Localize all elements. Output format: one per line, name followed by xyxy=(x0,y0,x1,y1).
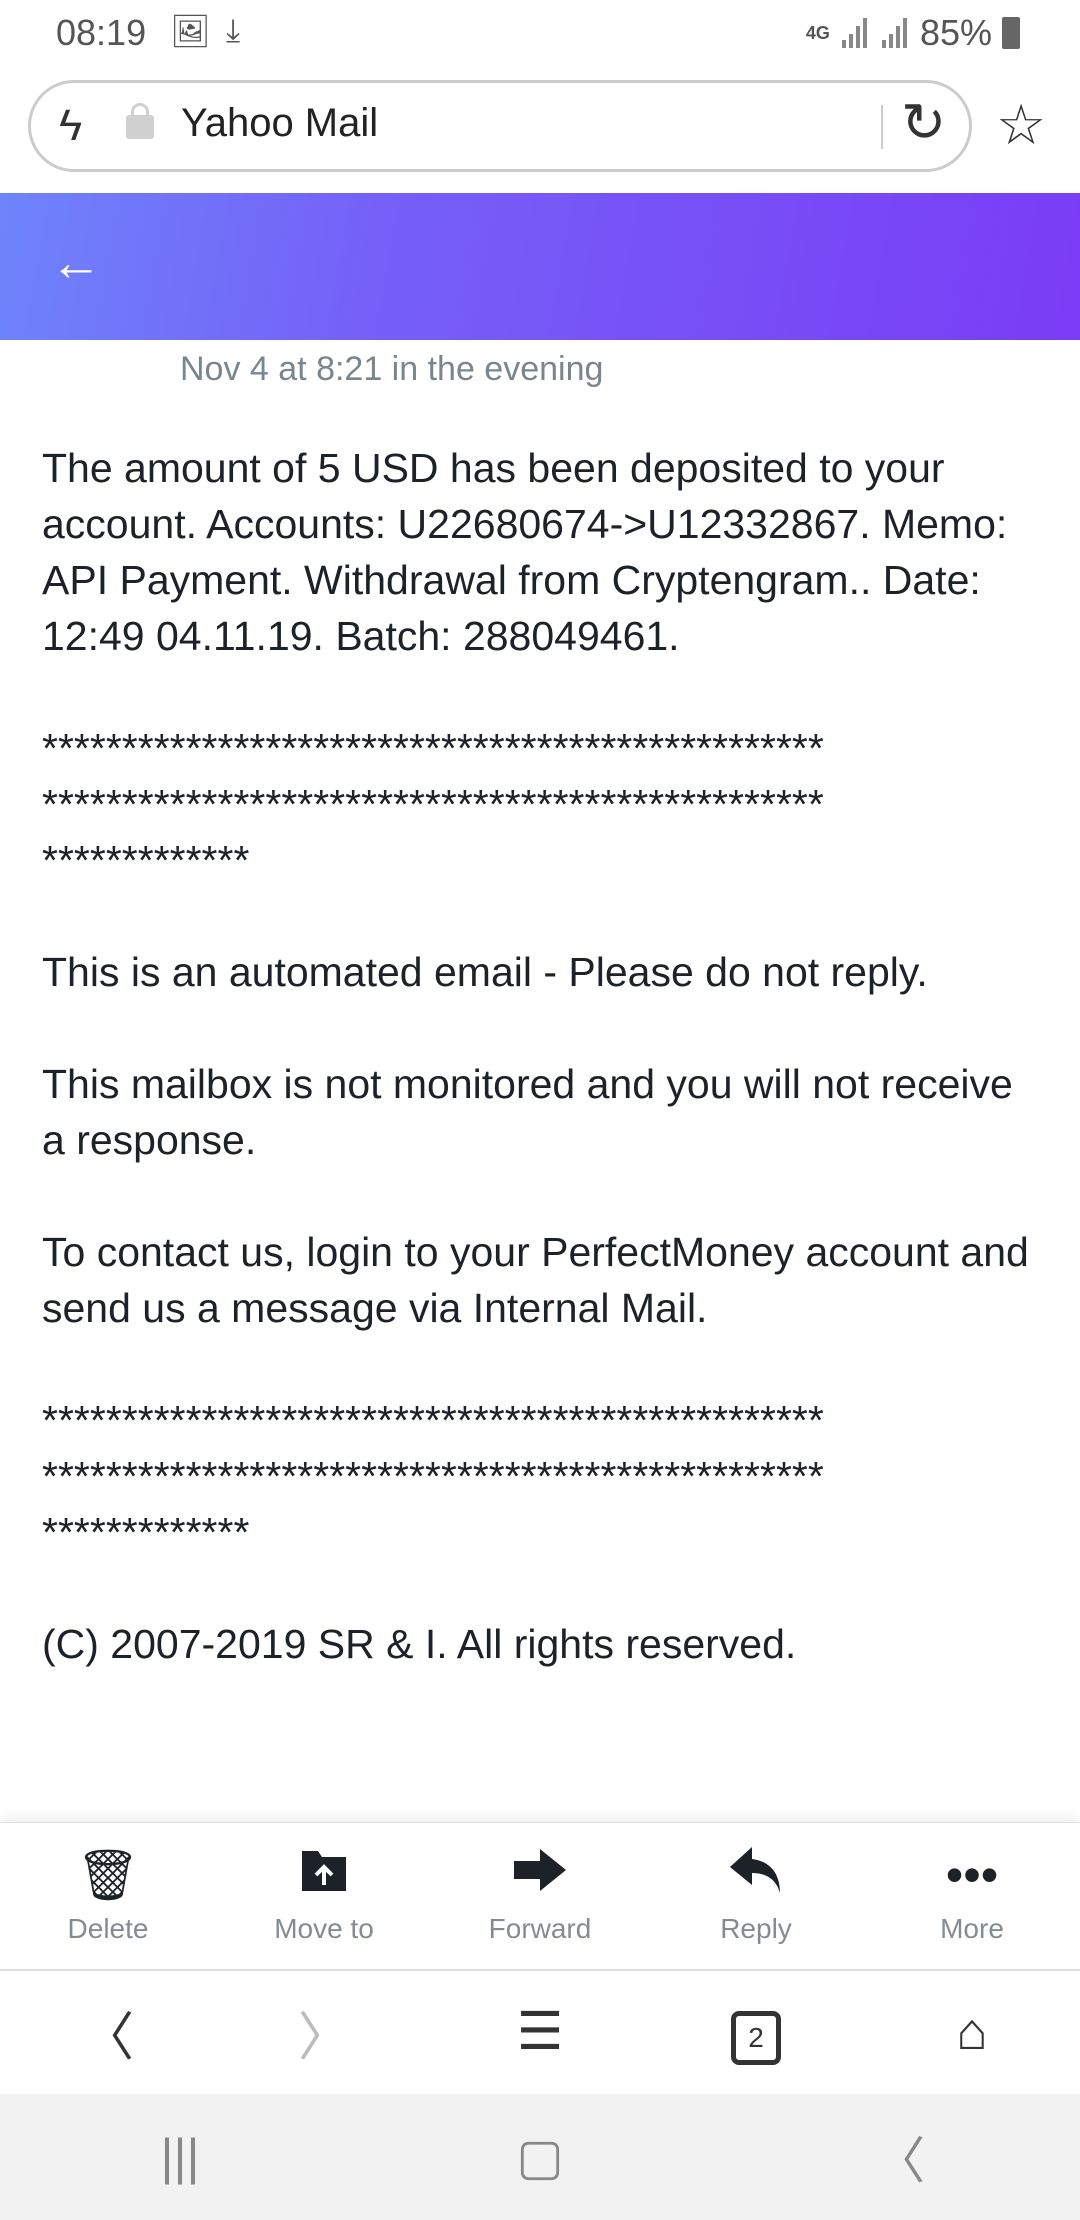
trash-icon: 🗑 xyxy=(76,1847,140,1903)
separator-line: ************* xyxy=(42,837,250,883)
email-paragraph: To contact us, login to your PerfectMone… xyxy=(42,1229,1029,1331)
forward-icon xyxy=(432,1845,648,1905)
reply-button[interactable]: Reply xyxy=(648,1823,864,1969)
home-icon[interactable]: ⌂ xyxy=(864,2002,1080,2062)
image-notification-icon: 🖼 xyxy=(170,13,211,49)
separator-line: ****************************************… xyxy=(42,781,824,827)
email-body: The amount of 5 USD has been deposited t… xyxy=(42,440,1042,1728)
tab-count: 2 xyxy=(731,2010,781,2065)
email-paragraph: This mailbox is not monitored and you wi… xyxy=(42,1061,1013,1163)
move-to-button[interactable]: Move to xyxy=(216,1823,432,1969)
separator: ****************************************… xyxy=(42,720,1042,888)
action-bar: 🗑 Delete Move to Forward Reply ••• More xyxy=(0,1822,1080,1971)
mail-header: ← xyxy=(0,193,1080,340)
reload-icon[interactable]: ↻ xyxy=(901,91,946,154)
delete-button[interactable]: 🗑 Delete xyxy=(0,1823,216,1969)
action-label: Delete xyxy=(67,1913,149,1944)
lock-icon[interactable] xyxy=(126,103,154,139)
email-paragraph: This is an automated email - Please do n… xyxy=(42,949,928,995)
battery-icon xyxy=(1002,17,1020,49)
download-icon: ⤓ xyxy=(226,12,241,48)
copyright: (C) 2007-2019 SR & I. All rights reserve… xyxy=(42,1621,797,1667)
network-type: 4G xyxy=(805,23,830,43)
menu-icon[interactable]: ☰ xyxy=(432,2002,648,2062)
action-label: Forward xyxy=(488,1913,592,1944)
email-date: Nov 4 at 8:21 in the evening xyxy=(180,350,604,388)
signal-icon xyxy=(840,18,870,48)
system-nav-bar: ||| ▢ 〈 xyxy=(0,2094,1080,2220)
page-title[interactable]: Yahoo Mail xyxy=(181,101,378,146)
separator-line: ****************************************… xyxy=(42,1453,824,1499)
folder-move-icon xyxy=(216,1845,432,1905)
battery-level: 85% xyxy=(919,12,992,53)
action-label: Move to xyxy=(274,1913,374,1944)
reply-icon xyxy=(648,1845,864,1905)
signal-icon xyxy=(880,18,910,48)
divider xyxy=(881,105,883,149)
browser-toolbar: 〈 〉 ☰ 2 ⌂ xyxy=(0,1970,1080,2094)
action-label: More xyxy=(940,1913,1004,1944)
clock: 08:19 xyxy=(56,12,147,53)
address-bar[interactable]: ϟ Yahoo Mail ↻ xyxy=(28,80,972,172)
separator-line: ************* xyxy=(42,1509,250,1555)
more-button[interactable]: ••• More xyxy=(864,1823,1080,1969)
recent-apps-icon[interactable]: ||| xyxy=(0,2128,360,2186)
status-bar: 08:19 🖼 ⤓ 4G 85% xyxy=(0,0,1080,70)
tabs-button[interactable]: 2 xyxy=(648,2000,864,2065)
home-button-icon[interactable]: ▢ xyxy=(360,2128,720,2186)
separator-line: ****************************************… xyxy=(42,1397,824,1443)
forward-button[interactable]: Forward xyxy=(432,1823,648,1969)
email-paragraph: The amount of 5 USD has been deposited t… xyxy=(42,445,1008,659)
more-icon: ••• xyxy=(945,1847,999,1903)
separator-line: ****************************************… xyxy=(42,725,824,771)
separator: ****************************************… xyxy=(42,1392,1042,1560)
browser-forward-icon[interactable]: 〉 xyxy=(216,1995,432,2070)
browser-back-icon[interactable]: 〈 xyxy=(0,1995,216,2070)
lightning-icon[interactable]: ϟ xyxy=(59,101,82,151)
bookmark-star-icon[interactable]: ☆ xyxy=(996,92,1046,158)
back-arrow-icon[interactable]: ← xyxy=(50,233,102,293)
system-back-icon[interactable]: 〈 xyxy=(720,2121,1080,2193)
action-label: Reply xyxy=(720,1913,792,1944)
